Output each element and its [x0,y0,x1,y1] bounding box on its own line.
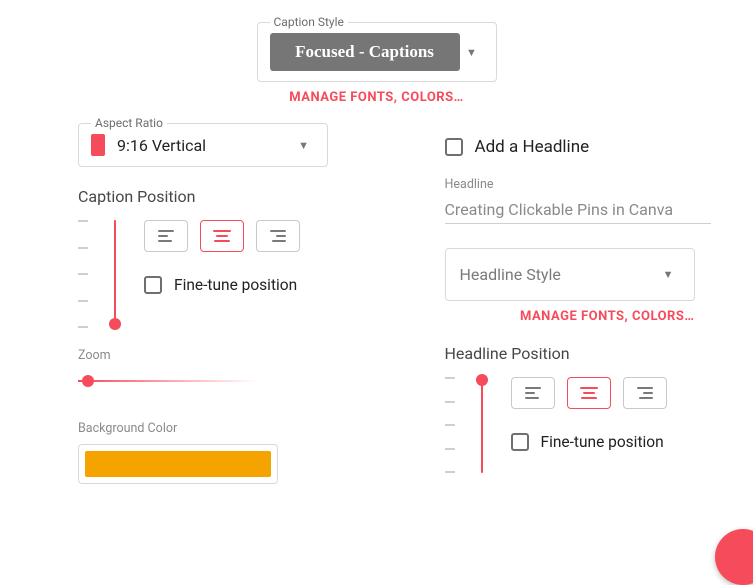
headline-field-label: Headline [445,177,712,192]
slider-thumb-icon[interactable] [109,318,121,330]
add-headline-label: Add a Headline [475,137,590,157]
background-color-label: Background Color [78,421,345,436]
headline-input[interactable]: Creating Clickable Pins in Canva [445,196,712,224]
manage-headline-fonts-link[interactable]: MANAGE FONTS, COLORS… [445,309,695,324]
caption-position-title: Caption Position [78,187,345,206]
background-color-picker[interactable] [78,444,278,484]
headline-style-select[interactable]: Headline Style ▼ [445,248,695,301]
headline-position-slider[interactable] [445,377,485,473]
align-center-button[interactable] [200,220,244,252]
headline-align-right-button[interactable] [623,377,667,409]
caption-position-slider[interactable] [78,220,118,328]
headline-position-title: Headline Position [445,344,712,363]
aspect-ratio-select[interactable]: Aspect Ratio 9:16 Vertical ▼ [78,123,328,167]
align-right-button[interactable] [256,220,300,252]
chevron-down-icon: ▼ [460,46,484,59]
caption-style-value: Focused - Captions [270,33,460,71]
slider-thumb-icon[interactable] [82,375,94,387]
headline-align-center-button[interactable] [567,377,611,409]
chevron-down-icon: ▼ [298,139,315,152]
caption-style-select[interactable]: Caption Style Focused - Captions ▼ [257,22,497,82]
headline-align-left-button[interactable] [511,377,555,409]
add-headline-checkbox[interactable] [445,138,463,156]
fine-tune-caption-label: Fine-tune position [174,276,297,294]
zoom-slider[interactable] [78,371,258,391]
aspect-ratio-value: 9:16 Vertical [117,136,206,155]
fine-tune-headline-checkbox[interactable] [511,433,529,451]
caption-style-label: Caption Style [270,15,348,29]
chevron-down-icon: ▼ [663,268,680,281]
headline-style-value: Headline Style [460,265,561,284]
manage-fonts-link[interactable]: MANAGE FONTS, COLORS… [257,90,497,105]
aspect-vertical-icon [91,134,105,156]
fine-tune-caption-checkbox[interactable] [144,276,162,294]
fine-tune-headline-label: Fine-tune position [541,433,664,451]
align-left-button[interactable] [144,220,188,252]
slider-thumb-icon[interactable] [476,374,488,386]
fab-button[interactable] [715,529,753,585]
zoom-label: Zoom [78,348,345,363]
color-swatch [85,451,271,477]
aspect-ratio-label: Aspect Ratio [91,116,167,130]
